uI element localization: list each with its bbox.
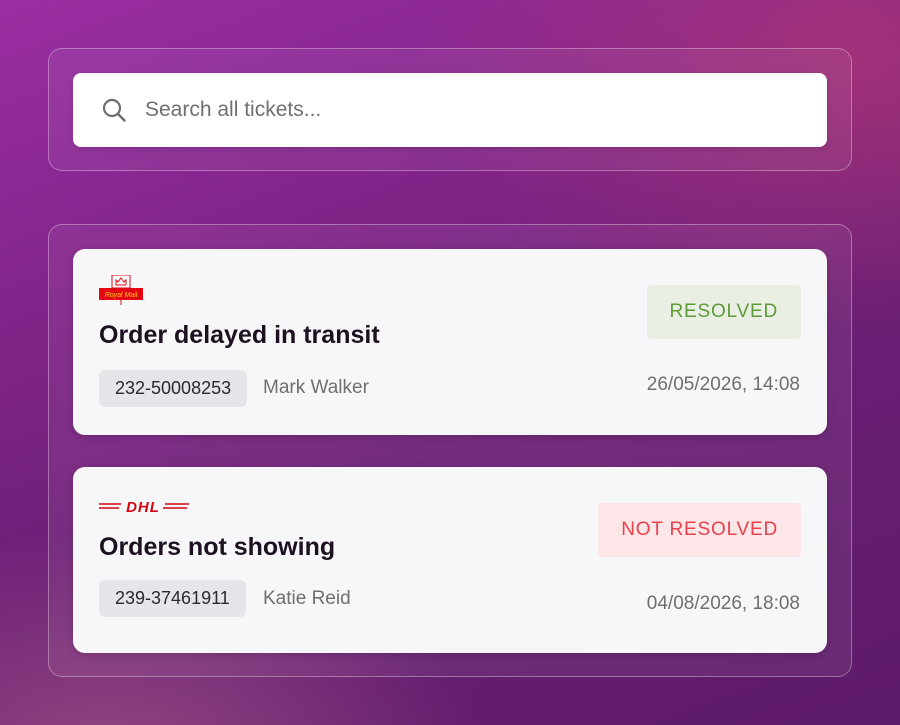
ticket-list-panel: Royal Mail Order delayed in transit 232-… bbox=[48, 224, 852, 677]
ticket-card[interactable]: DHL Orders not showing 239-37461911 Kati… bbox=[73, 467, 827, 653]
search-box[interactable] bbox=[73, 73, 827, 147]
search-panel bbox=[48, 48, 852, 171]
ticket-assignee: Mark Walker bbox=[263, 377, 369, 398]
search-input[interactable] bbox=[143, 97, 747, 123]
ticket-card[interactable]: Royal Mail Order delayed in transit 232-… bbox=[73, 249, 827, 435]
carrier-logo-text: Royal Mail bbox=[105, 292, 138, 299]
search-icon bbox=[102, 98, 126, 122]
ticket-timestamp: 04/08/2026, 18:08 bbox=[646, 593, 800, 614]
status-badge: RESOLVED bbox=[646, 285, 801, 339]
dhl-logo: DHL bbox=[99, 499, 189, 515]
ticket-id-badge: 232-50008253 bbox=[99, 370, 248, 407]
carrier-logo-text: DHL bbox=[126, 499, 160, 515]
ticket-title: Orders not showing bbox=[99, 533, 336, 561]
royal-mail-logo: Royal Mail bbox=[99, 275, 143, 305]
ticket-id-badge: 239-37461911 bbox=[99, 580, 246, 617]
ticket-assignee: Katie Reid bbox=[263, 588, 351, 609]
ticket-timestamp: 26/05/2026, 14:08 bbox=[646, 374, 800, 395]
ticket-title: Order delayed in transit bbox=[99, 321, 380, 349]
status-badge: NOT RESOLVED bbox=[598, 503, 801, 557]
